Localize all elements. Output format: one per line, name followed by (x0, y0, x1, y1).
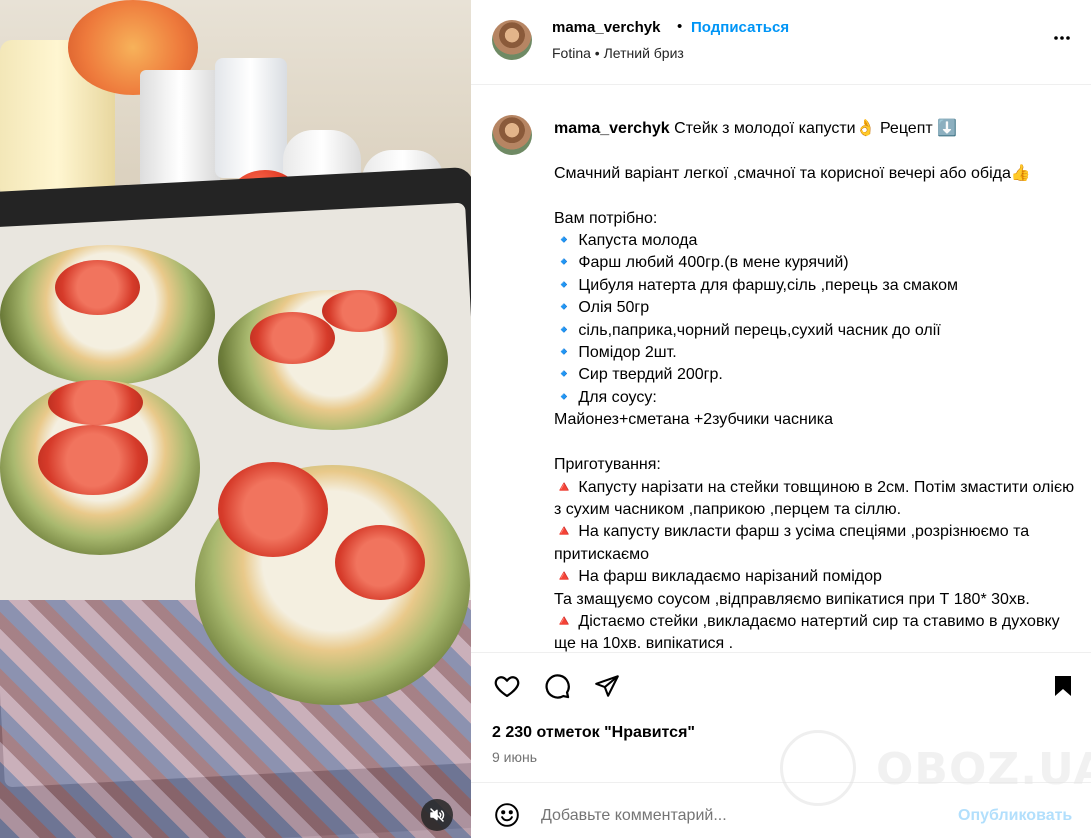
media-tomato-slice-3 (250, 312, 335, 364)
media-tomato-slice (55, 260, 140, 315)
comment-icon (545, 674, 570, 699)
caption-section: mama_verchyk Стейк з молодої капусти👌 Ре… (471, 85, 1091, 652)
likes-count[interactable]: 2 230 отметок "Нравится" (492, 724, 695, 742)
media-tomato-slice-7 (335, 525, 425, 600)
like-button[interactable] (491, 670, 523, 702)
media-tomato-slice-6 (218, 462, 328, 557)
caption-text: mama_verchyk Стейк з молодої капусти👌 Ре… (554, 118, 1079, 652)
share-button[interactable] (591, 670, 623, 702)
avatar[interactable] (492, 20, 532, 60)
emoji-icon (495, 803, 519, 827)
media-tomato-slice-4 (48, 380, 143, 425)
media-tomato-slice-2 (322, 290, 397, 332)
post-header: mama_verchyk • Подписаться Fotina • Летн… (471, 0, 1091, 85)
post-media[interactable] (0, 0, 471, 838)
more-icon (1054, 36, 1070, 40)
mute-button[interactable] (421, 799, 453, 831)
separator-dot: • (677, 18, 683, 35)
audio-subline[interactable]: Fotina • Летний бриз (552, 45, 684, 61)
comment-input[interactable] (541, 807, 891, 825)
caption-body: Стейк з молодої капусти👌 Рецепт ⬇️ Смачн… (554, 120, 1075, 652)
mute-icon (430, 808, 445, 822)
comment-button[interactable] (541, 670, 573, 702)
share-icon (595, 675, 619, 697)
more-options-button[interactable] (1049, 24, 1075, 52)
action-bar: 2 230 отметок "Нравится" 9 июнь (471, 652, 1091, 783)
caption-avatar[interactable] (492, 115, 532, 155)
post-panel: mama_verchyk • Подписаться Fotina • Летн… (471, 0, 1091, 838)
author-username[interactable]: mama_verchyk (552, 19, 660, 36)
bookmark-icon (1055, 676, 1071, 696)
emoji-button[interactable] (491, 799, 523, 831)
heart-icon (494, 676, 520, 698)
post-date[interactable]: 9 июнь (492, 749, 537, 765)
follow-button[interactable]: Подписаться (691, 19, 789, 36)
caption-username[interactable]: mama_verchyk (554, 120, 670, 137)
save-button[interactable] (1047, 670, 1079, 702)
publish-button[interactable]: Опубликовать (958, 807, 1072, 825)
media-tomato-slice-5 (38, 425, 148, 495)
comment-bar: Опубликовать (471, 782, 1091, 839)
media-candle (215, 58, 287, 178)
